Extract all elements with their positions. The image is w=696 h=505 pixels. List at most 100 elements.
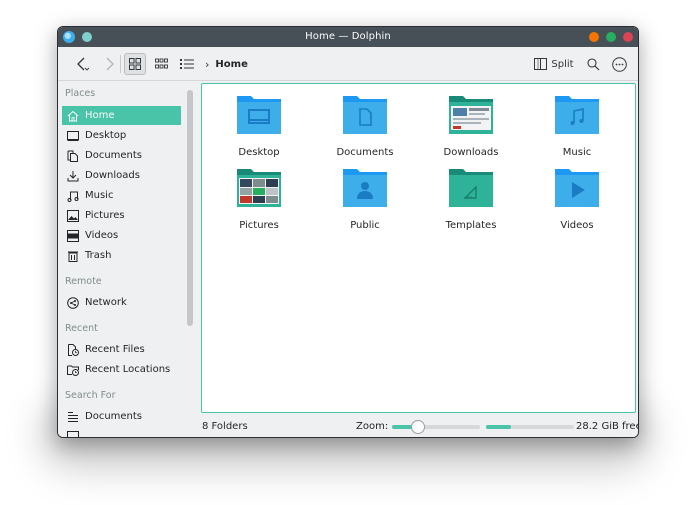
recent-locations-icon xyxy=(67,364,79,376)
file-item-documents[interactable]: Documents xyxy=(320,94,410,158)
folder-videos-icon xyxy=(555,169,599,207)
search-images-icon xyxy=(67,430,79,437)
breadcrumb-home[interactable]: Home xyxy=(215,59,247,70)
titlebar[interactable]: Home — Dolphin xyxy=(58,27,638,47)
sidebar-scrollbar[interactable] xyxy=(187,90,193,326)
sidebar-item-pictures[interactable]: Pictures xyxy=(62,206,181,225)
sidebar-item-desktop[interactable]: Desktop xyxy=(62,126,181,145)
remote-header: Remote xyxy=(65,276,102,287)
minimize-button[interactable] xyxy=(589,32,599,42)
icons-view-button[interactable] xyxy=(124,53,146,75)
videos-icon xyxy=(67,229,79,242)
folder-public-icon xyxy=(343,169,387,207)
network-icon xyxy=(67,296,79,309)
file-item-downloads[interactable]: Downloads xyxy=(426,94,516,158)
sidebar-item-partial[interactable] xyxy=(62,427,181,437)
compact-view-button[interactable] xyxy=(150,53,172,75)
close-button[interactable] xyxy=(623,32,633,42)
sidebar-item-home[interactable]: Home xyxy=(62,106,181,125)
folder-pictures-icon xyxy=(237,169,281,207)
folder-music-icon xyxy=(555,96,599,134)
dolphin-window: Home — Dolphin › Home Split Places Home … xyxy=(57,26,639,438)
sidebar-item-label: Pictures xyxy=(85,210,125,221)
folder-downloads-icon xyxy=(449,96,493,134)
sidebar-item-search-documents[interactable]: Documents xyxy=(62,407,181,426)
search-icon xyxy=(586,57,599,70)
home-icon xyxy=(67,110,79,122)
split-view-icon xyxy=(534,58,548,70)
documents-icon xyxy=(67,150,79,162)
sidebar-item-label: Desktop xyxy=(85,130,127,141)
file-name: Pictures xyxy=(239,220,279,231)
back-arrow-icon xyxy=(77,57,89,71)
toolbar: › Home Split xyxy=(58,47,638,81)
file-item-music[interactable]: Music xyxy=(532,94,622,158)
compact-view-icon xyxy=(154,58,168,69)
sidebar-item-label: Recent Files xyxy=(85,344,145,355)
sidebar-item-recent-locations[interactable]: Recent Locations xyxy=(62,360,181,379)
free-space-label: 28.2 GiB free xyxy=(576,421,639,432)
hamburger-menu-button[interactable] xyxy=(610,53,628,75)
zoom-label: Zoom: xyxy=(356,421,389,432)
sidebar-item-label: Downloads xyxy=(85,170,140,181)
details-view-icon xyxy=(180,59,194,69)
back-button[interactable] xyxy=(70,53,94,75)
music-icon xyxy=(67,190,79,202)
file-view[interactable]: Desktop Documents Downloads Music Pictur… xyxy=(201,83,636,413)
file-item-videos[interactable]: Videos xyxy=(532,167,622,231)
sidebar-item-documents[interactable]: Documents xyxy=(62,146,181,165)
sidebar-item-recent-files[interactable]: Recent Files xyxy=(62,340,181,359)
split-label: Split xyxy=(551,58,574,70)
file-name: Templates xyxy=(445,220,497,231)
file-item-public[interactable]: Public xyxy=(320,167,410,231)
free-space-fill xyxy=(486,425,511,429)
file-item-pictures[interactable]: Pictures xyxy=(214,167,304,231)
zoom-slider[interactable] xyxy=(392,420,480,434)
sidebar-item-network[interactable]: Network xyxy=(62,293,181,312)
sidebar-item-label: Music xyxy=(85,190,114,201)
breadcrumb: › Home xyxy=(205,58,248,71)
file-item-templates[interactable]: Templates xyxy=(426,167,516,231)
file-item-desktop[interactable]: Desktop xyxy=(214,94,304,158)
sidebar-item-label: Documents xyxy=(85,150,143,161)
search-for-header: Search For xyxy=(65,390,116,401)
file-name: Videos xyxy=(560,220,594,231)
icons-view-icon xyxy=(129,58,141,70)
desktop-icon xyxy=(67,130,79,142)
sidebar-item-videos[interactable]: Videos xyxy=(62,226,181,245)
folder-templates-icon xyxy=(449,169,493,207)
sidebar-item-downloads[interactable]: Downloads xyxy=(62,166,181,185)
search-documents-icon xyxy=(67,411,79,423)
file-name: Public xyxy=(350,220,380,231)
sidebar-item-label: Home xyxy=(85,110,115,121)
places-panel: Places Home Desktop Documents Downloads … xyxy=(58,82,196,437)
places-header: Places xyxy=(65,88,96,99)
recent-files-icon xyxy=(67,343,79,356)
status-bar: 8 Folders Zoom: 28.2 GiB free xyxy=(196,413,639,437)
file-name: Documents xyxy=(336,147,394,158)
toolbar-separator xyxy=(120,55,121,73)
sidebar-item-trash[interactable]: Trash xyxy=(62,246,181,265)
recent-header: Recent xyxy=(65,323,98,334)
zoom-slider-handle[interactable] xyxy=(411,420,426,434)
split-button[interactable]: Split xyxy=(532,53,576,75)
trash-icon xyxy=(67,250,79,262)
forward-button[interactable] xyxy=(98,53,122,75)
search-button[interactable] xyxy=(584,53,602,75)
file-name: Downloads xyxy=(443,147,499,158)
file-name: Desktop xyxy=(238,147,280,158)
free-space-bar xyxy=(486,425,574,429)
maximize-button[interactable] xyxy=(606,32,616,42)
folder-documents-icon xyxy=(343,96,387,134)
sidebar-item-label: Documents xyxy=(85,411,143,422)
sidebar-item-music[interactable]: Music xyxy=(62,186,181,205)
sidebar-item-label: Recent Locations xyxy=(85,364,171,375)
chevron-right-icon[interactable]: › xyxy=(205,58,209,71)
folder-count: 8 Folders xyxy=(202,421,248,432)
pictures-icon xyxy=(67,209,79,222)
file-name: Music xyxy=(562,147,592,158)
forward-arrow-icon xyxy=(106,57,114,71)
window-title: Home — Dolphin xyxy=(305,31,391,42)
sidebar-item-label: Network xyxy=(85,297,127,308)
details-view-button[interactable] xyxy=(176,53,198,75)
